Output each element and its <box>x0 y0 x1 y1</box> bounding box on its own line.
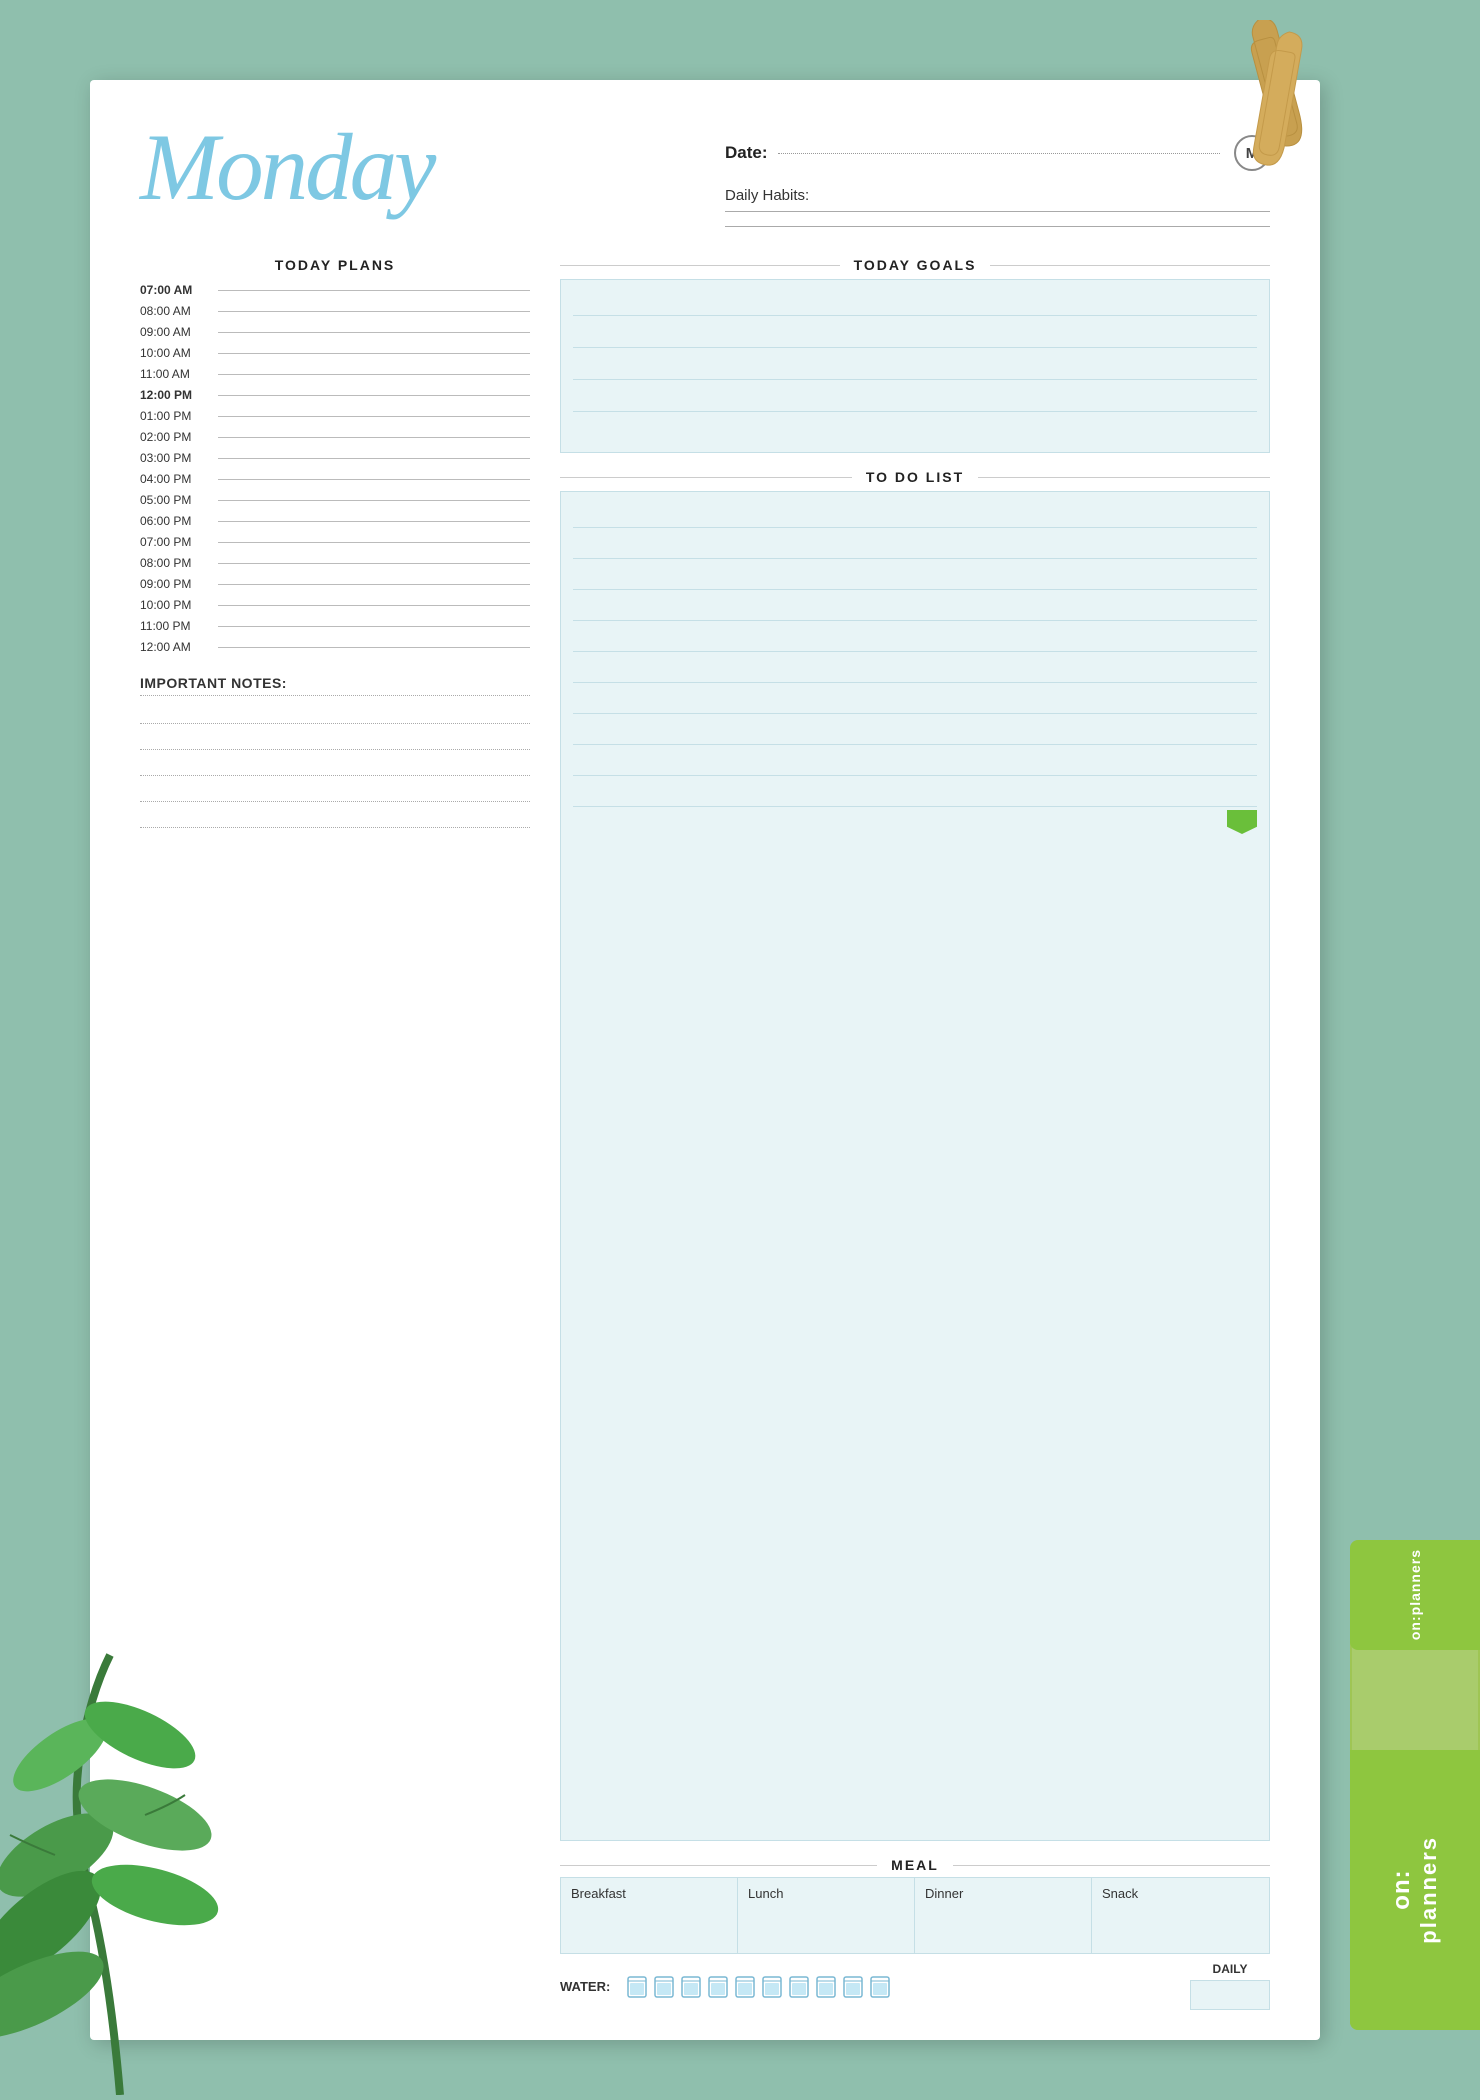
time-row: 09:00 PM <box>140 577 530 591</box>
meal-grid: Breakfast Lunch Dinner Snack <box>560 1877 1270 1954</box>
goals-title: TODAY GOALS <box>840 257 991 273</box>
snack-label: Snack <box>1102 1886 1259 1901</box>
dinner-label: Dinner <box>925 1886 1081 1901</box>
water-cup <box>707 1973 729 1999</box>
time-row: 10:00 AM <box>140 346 530 360</box>
day-title: Monday <box>140 120 685 215</box>
notes-section: IMPORTANT NOTES: <box>140 675 530 832</box>
time-row: 08:00 PM <box>140 556 530 570</box>
habits-line-1 <box>725 211 1270 212</box>
todo-section: TO DO LIST <box>560 469 1270 1841</box>
water-cup <box>653 1973 675 1999</box>
time-row: 12:00 PM <box>140 388 530 402</box>
right-column: TODAY GOALS TO DO LIST <box>560 257 1270 2010</box>
meal-title: MEAL <box>877 1857 953 1873</box>
time-row: 03:00 PM <box>140 451 530 465</box>
water-cup <box>734 1973 756 1999</box>
snack-cell: Snack <box>1092 1878 1269 1953</box>
date-label: Date: <box>725 143 768 163</box>
time-row: 06:00 PM <box>140 514 530 528</box>
day-title-section: Monday <box>140 120 685 215</box>
water-cups <box>626 1973 1174 1999</box>
notes-line <box>140 702 530 724</box>
todo-title: TO DO LIST <box>852 469 978 485</box>
time-row: 09:00 AM <box>140 325 530 339</box>
time-row: 07:00 PM <box>140 535 530 549</box>
water-cup <box>761 1973 783 1999</box>
time-row: 01:00 PM <box>140 409 530 423</box>
water-cup <box>680 1973 702 1999</box>
breakfast-cell: Breakfast <box>561 1878 738 1953</box>
schedule-title: TODAY PLANS <box>140 257 530 273</box>
water-cup <box>788 1973 810 1999</box>
dinner-cell: Dinner <box>915 1878 1092 1953</box>
water-cup <box>869 1973 891 1999</box>
notes-line <box>140 728 530 750</box>
time-row: 02:00 PM <box>140 430 530 444</box>
notes-label: IMPORTANT NOTES: <box>140 675 530 696</box>
time-row: 05:00 PM <box>140 493 530 507</box>
daily-box <box>1190 1980 1270 2010</box>
main-content: TODAY PLANS 07:00 AM 08:00 AM 09:00 AM 1… <box>140 257 1270 2010</box>
breakfast-label: Breakfast <box>571 1886 727 1901</box>
paperclips-decoration <box>1140 20 1400 175</box>
brand-prefix: on: <box>1388 1870 1415 1910</box>
time-row: 08:00 AM <box>140 304 530 318</box>
time-row: 04:00 PM <box>140 472 530 486</box>
water-cup <box>842 1973 864 1999</box>
brand-highlighter: on:planners on: planners <box>1332 1530 1480 2030</box>
notes-line <box>140 806 530 828</box>
todo-box <box>560 491 1270 1841</box>
plant-decoration <box>0 1575 240 2100</box>
daily-label: DAILY <box>1190 1962 1270 1976</box>
water-daily-row: WATER: DAILY <box>560 1962 1270 2010</box>
schedule-list: 07:00 AM 08:00 AM 09:00 AM 10:00 AM 11:0… <box>140 283 530 661</box>
habits-line-2 <box>725 226 1270 227</box>
water-label: WATER: <box>560 1979 610 1994</box>
brand-name: planners <box>1416 1836 1442 1944</box>
goals-box <box>560 279 1270 453</box>
habits-row: Daily Habits: <box>725 187 1270 227</box>
planner-paper: Monday Date: M Daily Habits: <box>90 80 1320 2040</box>
time-row: 11:00 AM <box>140 367 530 381</box>
time-row: 12:00 AM <box>140 640 530 654</box>
goals-section: TODAY GOALS <box>560 257 1270 453</box>
notes-line <box>140 754 530 776</box>
meal-section: MEAL Breakfast Lunch Dinner <box>560 1857 1270 2010</box>
lunch-cell: Lunch <box>738 1878 915 1953</box>
habits-label: Daily Habits: <box>725 187 809 204</box>
lunch-label: Lunch <box>748 1886 904 1901</box>
header-section: Monday Date: M Daily Habits: <box>140 120 1270 237</box>
time-row: 10:00 PM <box>140 598 530 612</box>
time-row: 11:00 PM <box>140 619 530 633</box>
water-cup <box>815 1973 837 1999</box>
daily-section: DAILY <box>1190 1962 1270 2010</box>
water-cup <box>626 1973 648 1999</box>
notes-line <box>140 780 530 802</box>
time-row: 07:00 AM <box>140 283 530 297</box>
